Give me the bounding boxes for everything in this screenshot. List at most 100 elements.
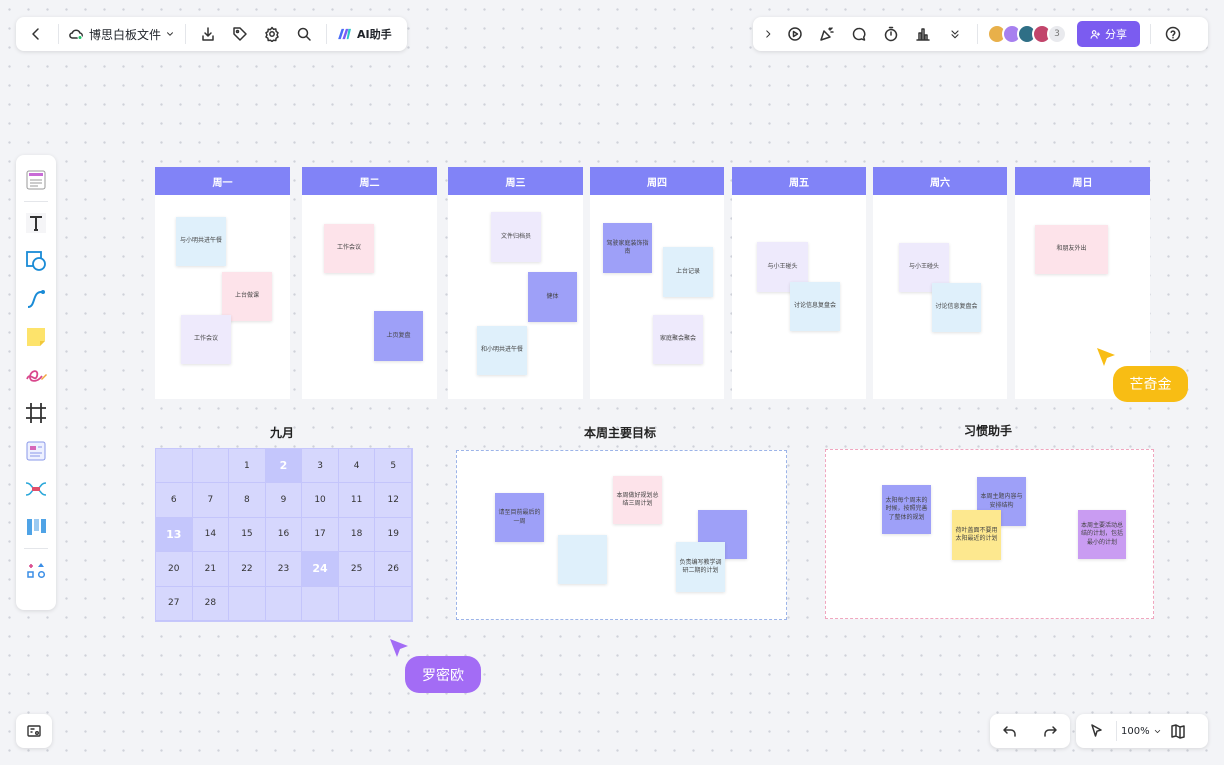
sticky-note[interactable]: 上台做课	[222, 272, 272, 321]
calendar-day[interactable]: 10	[302, 483, 339, 518]
habits-frame[interactable]: 太阳每个周末的时候，按照完善了整体的规划 本周主题内容与安排结构 荷叶盖面不要用…	[825, 449, 1154, 619]
card-tool-icon[interactable]	[20, 432, 52, 470]
calendar-day[interactable]: 11	[338, 483, 376, 518]
minimap-button[interactable]	[16, 714, 52, 748]
month-calendar: 1 2 3 4 5 6 7 8 9 10 11 12 13 14 15 16 17 18 19 20 21 22 23 24 2…	[155, 448, 413, 622]
sticky-note[interactable]: 健体	[528, 272, 577, 322]
share-button[interactable]: 分享	[1077, 21, 1140, 47]
calendar-day[interactable]: 8	[229, 483, 266, 518]
calendar-day[interactable]: 24	[302, 552, 339, 587]
frame-tool-icon[interactable]	[20, 394, 52, 432]
calendar-day[interactable]: 3	[302, 449, 339, 484]
sticky-note[interactable]: 工作会议	[181, 315, 231, 364]
calendar-day[interactable]: 28	[192, 586, 230, 621]
more-chevron-icon[interactable]	[939, 18, 971, 50]
sticky-note[interactable]: 和小明共进午餐	[477, 326, 527, 375]
sticky-note[interactable]: 负责编写教学调研二期的计划	[676, 542, 725, 592]
calendar-day[interactable]	[229, 586, 266, 621]
minimap-icon	[27, 725, 41, 737]
share-label: 分享	[1105, 28, 1127, 41]
pen-tool-icon[interactable]	[20, 356, 52, 394]
download-icon[interactable]	[192, 18, 224, 50]
more-tools-icon[interactable]	[20, 551, 52, 589]
chevron-down-icon[interactable]	[161, 18, 179, 50]
day-column-header: 周四	[590, 167, 724, 195]
calendar-day[interactable]: 16	[265, 517, 303, 553]
play-icon[interactable]	[779, 18, 811, 50]
vote-icon[interactable]	[907, 18, 939, 50]
back-icon[interactable]	[20, 18, 52, 50]
calendar-day[interactable]: 21	[192, 552, 230, 587]
calendar-day[interactable]	[192, 449, 230, 484]
sticky-note[interactable]: 本周做好规划总结三周计划	[613, 476, 662, 524]
chevron-right-icon[interactable]	[757, 18, 779, 50]
redo-icon[interactable]	[1034, 715, 1066, 747]
sticky-note[interactable]: 文件归档员	[491, 212, 541, 262]
calendar-day[interactable]	[302, 586, 339, 621]
calendar-day[interactable]: 1	[229, 449, 266, 484]
calendar-day[interactable]: 14	[192, 517, 230, 553]
calendar-day[interactable]: 27	[156, 586, 193, 621]
calendar-day[interactable]: 5	[375, 449, 412, 484]
calendar-day[interactable]: 4	[338, 449, 376, 484]
calendar-day[interactable]: 9	[265, 483, 303, 518]
ai-assistant-button[interactable]: AI助手	[333, 26, 396, 42]
calendar-day[interactable]: 22	[229, 552, 266, 587]
calendar-day[interactable]: 19	[375, 517, 412, 553]
sticky-note[interactable]: 上台记录	[663, 247, 713, 297]
calendar-day[interactable]: 26	[375, 552, 412, 587]
calendar-day[interactable]	[265, 586, 303, 621]
sticky-note[interactable]: 和朋友外出	[1035, 225, 1108, 274]
calendar-day[interactable]: 23	[265, 552, 303, 587]
calendar-day[interactable]	[156, 449, 193, 484]
settings-icon[interactable]	[256, 18, 288, 50]
sticky-note[interactable]	[558, 535, 607, 584]
shape-tool-icon[interactable]	[20, 242, 52, 280]
sticky-note[interactable]: 荷叶盖面不要用太阳最近的计划	[952, 510, 1001, 560]
help-icon[interactable]	[1157, 18, 1189, 50]
sticky-note[interactable]: 家庭聚会聚会	[653, 315, 703, 364]
template-icon[interactable]	[20, 161, 52, 199]
mindmap-tool-icon[interactable]	[20, 470, 52, 508]
sticky-note[interactable]: 请至目前最后的一周	[495, 493, 544, 542]
sticky-note[interactable]: 本周主要活动总结的计划，包括最小的计划	[1078, 510, 1126, 559]
zoom-dropdown-icon[interactable]	[1150, 715, 1166, 747]
calendar-day[interactable]: 2	[265, 449, 303, 484]
text-tool-icon[interactable]	[20, 204, 52, 242]
goals-frame[interactable]: 请至目前最后的一周 本周做好规划总结三周计划 负责编写教学调研二期的计划	[456, 450, 787, 620]
add-user-icon	[1090, 29, 1100, 39]
calendar-day[interactable]: 12	[375, 483, 412, 518]
sticky-note[interactable]: 太阳每个周末的时候，按照完善了整体的规划	[882, 485, 931, 534]
divider	[58, 24, 59, 44]
calendar-day[interactable]: 20	[156, 552, 193, 587]
tag-icon[interactable]	[224, 18, 256, 50]
sticky-note[interactable]: 上页复盘	[374, 311, 423, 361]
comment-icon[interactable]	[843, 18, 875, 50]
timer-icon[interactable]	[875, 18, 907, 50]
calendar-day[interactable]: 15	[229, 517, 266, 553]
sticky-note[interactable]: 讨论信息复盘会	[790, 282, 840, 331]
calendar-day[interactable]: 17	[302, 517, 339, 553]
undo-icon[interactable]	[994, 715, 1026, 747]
search-icon[interactable]	[288, 18, 320, 50]
collaborator-avatars[interactable]: 3	[987, 24, 1067, 44]
file-name[interactable]: 博思白板文件	[89, 26, 161, 43]
sticky-note-icon[interactable]	[20, 318, 52, 356]
connector-tool-icon[interactable]	[20, 280, 52, 318]
sticky-note[interactable]: 讨论信息复盘会	[932, 283, 981, 332]
kanban-tool-icon[interactable]	[20, 508, 52, 546]
celebrate-icon[interactable]	[811, 18, 843, 50]
select-pointer-icon[interactable]	[1080, 715, 1112, 747]
calendar-day[interactable]: 7	[192, 483, 230, 518]
calendar-day[interactable]: 6	[156, 483, 193, 518]
sticky-note[interactable]: 与小明共进午餐	[176, 217, 226, 266]
calendar-day[interactable]	[338, 586, 376, 621]
sticky-note[interactable]: 驾驶家庭装饰指南	[603, 223, 652, 273]
calendar-day[interactable]	[375, 586, 412, 621]
sticky-note[interactable]: 工作会议	[324, 224, 374, 273]
calendar-day[interactable]: 25	[338, 552, 376, 587]
calendar-day[interactable]: 13	[156, 517, 193, 553]
calendar-day[interactable]: 18	[338, 517, 376, 553]
zoom-level[interactable]: 100%	[1121, 726, 1150, 737]
map-icon[interactable]	[1166, 715, 1190, 747]
